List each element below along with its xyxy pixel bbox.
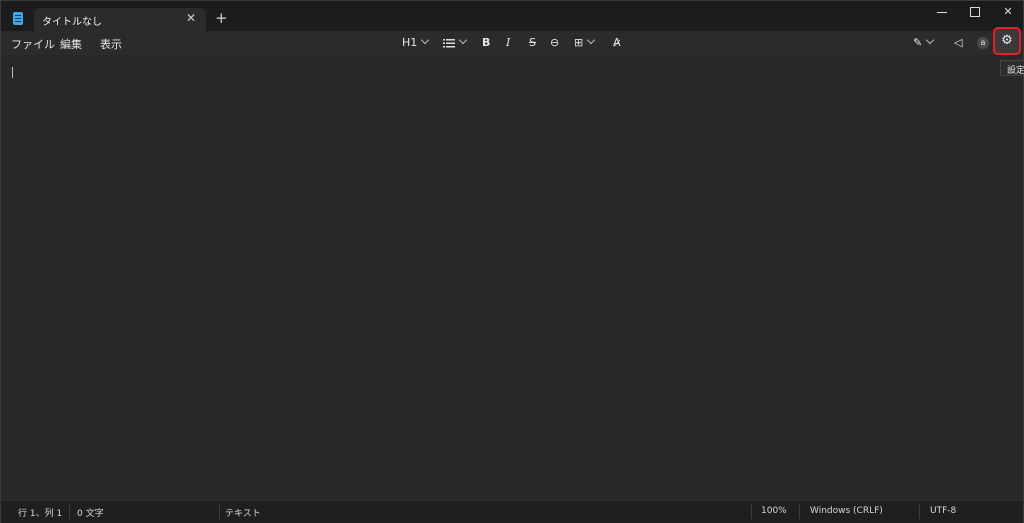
tooltip-text: 設定 — [1007, 66, 1024, 76]
tab-title: タイトルなし — [42, 17, 102, 28]
tab-untitled[interactable]: タイトルなし ✕ — [34, 8, 206, 31]
minimize-button[interactable] — [925, 1, 959, 23]
cursor-position: 行 1、列 1 — [18, 509, 63, 519]
menu-file[interactable]: ファイル — [11, 36, 55, 52]
status-bar: 行 1、列 1 0 文字 テキスト 100% Windows (CRLF) UT… — [1, 500, 1023, 523]
chevron-down-icon — [925, 35, 935, 45]
clear-format-button[interactable]: A̷ — [613, 34, 621, 52]
maximize-icon — [970, 7, 980, 17]
copilot-icon: ✎ — [913, 36, 923, 49]
format-mode[interactable]: テキスト — [225, 506, 261, 519]
char-count: 0 文字 — [77, 509, 104, 519]
chevron-down-icon — [421, 35, 430, 45]
heading-label: H1 — [402, 36, 418, 49]
table-dropdown[interactable]: ⊞ — [574, 34, 596, 52]
table-icon: ⊞ — [574, 36, 584, 49]
notepad-window: タイトルなし ✕ + ✕ ファイル 編集 表示 H1 B I S ⊖ ⊞ A̷ — [0, 0, 1024, 523]
title-bar: タイトルなし ✕ + ✕ — [1, 1, 1023, 31]
settings-button[interactable]: ⚙ — [993, 27, 1021, 55]
megaphone-icon[interactable]: ◁ — [954, 34, 962, 52]
minimize-icon — [937, 11, 947, 13]
close-icon[interactable]: ✕ — [186, 11, 196, 25]
link-button[interactable]: ⊖ — [550, 34, 559, 52]
status-divider — [919, 504, 920, 519]
menu-toolbar: ファイル 編集 表示 H1 B I S ⊖ ⊞ A̷ ✎ ◁ a — [1, 31, 1023, 55]
strikethrough-button[interactable]: S — [529, 34, 536, 52]
encoding: UTF-8 — [930, 506, 957, 516]
status-divider — [69, 504, 70, 519]
settings-tooltip: 設定 — [1000, 60, 1024, 76]
heading-dropdown[interactable]: H1 — [402, 34, 430, 52]
status-divider — [751, 504, 752, 519]
italic-button[interactable]: I — [506, 34, 510, 52]
gear-icon: ⚙ — [1001, 33, 1013, 48]
menu-view[interactable]: 表示 — [100, 36, 122, 52]
chevron-down-icon — [458, 35, 468, 45]
text-cursor — [12, 67, 13, 78]
list-icon — [443, 39, 455, 48]
line-ending: Windows (CRLF) — [810, 506, 883, 516]
bold-button[interactable]: B — [482, 34, 490, 52]
status-divider — [799, 504, 800, 519]
notepad-app-icon — [13, 12, 23, 25]
list-dropdown[interactable] — [443, 34, 468, 52]
close-window-button[interactable]: ✕ — [991, 1, 1024, 23]
text-editor[interactable] — [1, 55, 1023, 500]
menu-edit[interactable]: 編集 — [60, 36, 82, 52]
zoom-level: 100% — [761, 506, 787, 516]
new-tab-button[interactable]: + — [215, 10, 228, 26]
maximize-button[interactable] — [958, 1, 992, 23]
status-divider — [219, 504, 220, 519]
chevron-down-icon — [586, 35, 596, 45]
copilot-dropdown[interactable]: ✎ — [913, 34, 935, 52]
account-icon[interactable]: a — [977, 37, 989, 49]
